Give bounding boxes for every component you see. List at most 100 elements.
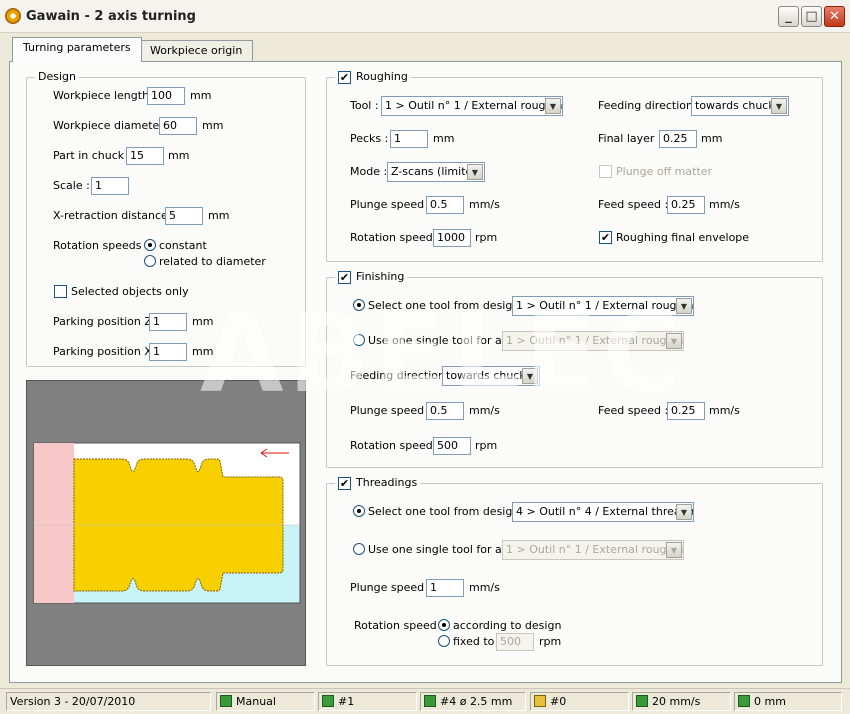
finishing-single-tool-radio[interactable] [353, 334, 365, 346]
roughing-feeding-value: towards chuck [695, 99, 775, 112]
tool-icon [424, 695, 436, 707]
roughing-checkbox[interactable]: ✔ [338, 70, 351, 84]
roughing-plunge-input[interactable]: 0.5 [426, 196, 464, 214]
roughing-feed-unit: mm/s [709, 198, 740, 211]
plunge-off-matter-label: Plunge off matter [616, 165, 713, 178]
finishing-rotation-unit: rpm [475, 439, 498, 452]
finishing-tool-value: 1 > Outil n° 1 / External roughing [516, 299, 694, 312]
roughing-feeding-label: Feeding direction : [598, 99, 701, 112]
pecks-label: Pecks : [350, 132, 389, 145]
threadings-select-tool-label: Select one tool from design : [368, 505, 527, 518]
threadings-plunge-label: Plunge speed : [350, 581, 432, 594]
roughing-tool-label: Tool : [350, 99, 379, 112]
threadings-tool-value: 4 > Outil n° 4 / External threading [516, 505, 694, 518]
selected-objects-checkbox[interactable] [54, 285, 67, 298]
tab-turning-parameters[interactable]: Turning parameters [12, 37, 142, 62]
threadings-checkbox[interactable]: ✔ [338, 476, 351, 490]
finishing-feed-input[interactable]: 0.25 [667, 402, 705, 420]
pecks-input[interactable]: 1 [390, 130, 428, 148]
close-button[interactable]: ✕ [824, 6, 845, 27]
finishing-checkbox[interactable]: ✔ [338, 270, 351, 284]
part-in-chuck-input[interactable]: 15 [126, 147, 164, 165]
roughing-plunge-label: Plunge speed : [350, 198, 432, 211]
parking-x-label: Parking position X : [53, 345, 160, 358]
x-retraction-label: X-retraction distance : [53, 209, 176, 222]
roughing-feeding-select[interactable]: towards chuck ▼ [691, 96, 789, 116]
roughing-rotation-input[interactable]: 1000 [433, 229, 471, 247]
chevron-down-icon: ▼ [771, 98, 787, 114]
roughing-envelope-checkbox[interactable]: ✔ [599, 231, 612, 244]
plunge-off-matter-checkbox[interactable] [599, 165, 612, 178]
design-legend: Design [38, 70, 76, 83]
finishing-single-tool-label: Use one single tool for all : [368, 334, 516, 347]
threadings-single-tool-radio[interactable] [353, 543, 365, 555]
parking-z-input[interactable]: 1 [149, 313, 187, 331]
minimize-button[interactable]: _ [778, 6, 799, 27]
parking-z-label: Parking position Z : [53, 315, 160, 328]
maximize-button[interactable]: □ [801, 6, 822, 27]
roughing-feed-input[interactable]: 0.25 [667, 196, 705, 214]
status-position: 0 mm [734, 692, 842, 711]
status-offset-text: #0 [550, 695, 567, 708]
finishing-feeding-value: towards chuck [446, 369, 526, 382]
threadings-single-tool-label: Use one single tool for all : [368, 543, 516, 556]
threadings-rotation-label: Rotation speed : [354, 619, 444, 632]
final-layer-unit: mm [701, 132, 723, 145]
workpiece-length-label: Workpiece length : [53, 89, 157, 102]
threadings-tool-select[interactable]: 4 > Outil n° 4 / External threading ▼ [512, 502, 694, 522]
rotation-fixed-input[interactable]: 500 [496, 633, 534, 651]
x-retraction-input[interactable]: 5 [165, 207, 203, 225]
threadings-legend: Threadings [356, 476, 418, 489]
rotation-constant-radio[interactable] [144, 239, 156, 251]
scale-input[interactable]: 1 [91, 177, 129, 195]
finishing-plunge-unit: mm/s [469, 404, 500, 417]
app-icon [5, 8, 21, 24]
workpiece-diameter-input[interactable]: 60 [159, 117, 197, 135]
roughing-tool-select[interactable]: 1 > Outil n° 1 / External roughing ▼ [381, 96, 563, 116]
workpiece-preview[interactable] [26, 380, 306, 666]
rotation-fixed-unit: rpm [539, 635, 562, 648]
tab-workpiece-origin[interactable]: Workpiece origin [139, 40, 254, 62]
workpiece-length-unit: mm [190, 89, 212, 102]
status-version: Version 3 - 20/07/2010 [6, 692, 211, 711]
rotation-fixed-label: fixed to [453, 635, 495, 648]
window-title: Gawain - 2 axis turning [26, 9, 196, 24]
finishing-plunge-input[interactable]: 0.5 [426, 402, 464, 420]
finishing-select-tool-radio[interactable] [353, 299, 365, 311]
finishing-rotation-label: Rotation speed : [350, 439, 440, 452]
workpiece-diameter-unit: mm [202, 119, 224, 132]
final-layer-input[interactable]: 0.25 [659, 130, 697, 148]
roughing-rotation-unit: rpm [475, 231, 498, 244]
scale-label: Scale : [53, 179, 90, 192]
threadings-plunge-input[interactable]: 1 [426, 579, 464, 597]
finishing-tool-select[interactable]: 1 > Outil n° 1 / External roughing ▼ [512, 296, 694, 316]
finishing-plunge-label: Plunge speed : [350, 404, 432, 417]
threadings-select-tool-radio[interactable] [353, 505, 365, 517]
mode-select[interactable]: Z-scans (limited) ▼ [387, 162, 485, 182]
finishing-legend: Finishing [356, 270, 405, 283]
final-layer-label: Final layer : [598, 132, 662, 145]
rotation-according-radio[interactable] [438, 619, 450, 631]
roughing-plunge-unit: mm/s [469, 198, 500, 211]
finishing-single-tool-select[interactable]: 1 > Outil n° 1 / External roughing ▼ [502, 331, 684, 351]
status-speed-text: 20 mm/s [652, 695, 701, 708]
threadings-plunge-unit: mm/s [469, 581, 500, 594]
finishing-feed-label: Feed speed : [598, 404, 669, 417]
status-speed: 20 mm/s [632, 692, 731, 711]
parking-x-unit: mm [192, 345, 214, 358]
rotation-fixed-radio[interactable] [438, 635, 450, 647]
status-origin-text: #1 [338, 695, 355, 708]
x-retraction-unit: mm [208, 209, 230, 222]
finishing-single-tool-value: 1 > Outil n° 1 / External roughing [506, 334, 684, 347]
mode-icon [220, 695, 232, 707]
finishing-feeding-select[interactable]: towards chuck ▼ [442, 366, 540, 386]
rotation-related-label: related to diameter [159, 255, 266, 268]
status-tool-text: #4 ø 2.5 mm [440, 695, 513, 708]
parking-x-input[interactable]: 1 [149, 343, 187, 361]
workpiece-drawing [33, 442, 301, 604]
finishing-rotation-input[interactable]: 500 [433, 437, 471, 455]
threadings-single-tool-select[interactable]: 1 > Outil n° 1 / External roughing ▼ [502, 540, 684, 560]
chuck-area [34, 443, 74, 603]
rotation-related-radio[interactable] [144, 255, 156, 267]
workpiece-length-input[interactable]: 100 [147, 87, 185, 105]
